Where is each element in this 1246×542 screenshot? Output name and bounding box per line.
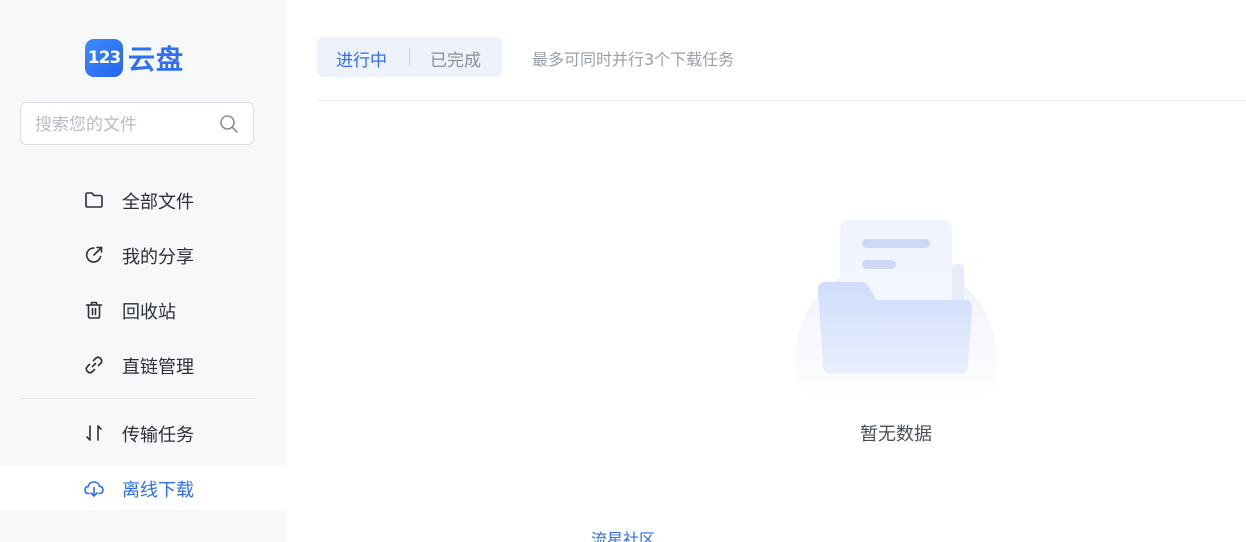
sidebar-item-all-files[interactable]: 全部文件 — [0, 178, 286, 222]
search-input[interactable] — [33, 103, 217, 146]
logo: 123 云盘 — [85, 38, 184, 77]
link-icon — [85, 356, 103, 374]
app-window: 123 云盘 全部文件 我的分享 — [0, 0, 1246, 542]
sidebar-item-my-share[interactable]: 我的分享 — [0, 233, 286, 277]
sidebar-item-transfer-tasks[interactable]: 传输任务 — [0, 411, 286, 455]
sidebar: 123 云盘 全部文件 我的分享 — [0, 0, 286, 542]
empty-folder-illustration — [794, 220, 998, 406]
sidebar-item-label: 直链管理 — [122, 357, 194, 378]
parallel-limit-hint: 最多可同时并行3个下载任务 — [532, 50, 735, 69]
sidebar-item-label: 离线下载 — [122, 480, 194, 501]
tab-done[interactable]: 已完成 — [430, 46, 481, 71]
sidebar-item-label: 我的分享 — [122, 247, 194, 268]
sidebar-item-direct-link[interactable]: 直链管理 — [0, 343, 286, 387]
search-box — [20, 102, 254, 146]
sidebar-divider — [20, 398, 256, 399]
share-icon — [85, 246, 103, 263]
cloud-download-icon — [84, 481, 104, 497]
tab-separator — [409, 48, 410, 66]
search-icon[interactable] — [219, 114, 239, 134]
community-link[interactable]: 流星社区 — [591, 526, 655, 542]
task-tabs: 进行中 已完成 — [317, 37, 502, 77]
sidebar-item-offline-download[interactable]: 离线下载 — [0, 466, 286, 510]
sidebar-item-recycle-bin[interactable]: 回收站 — [0, 288, 286, 332]
tab-ongoing[interactable]: 进行中 — [336, 46, 387, 71]
sidebar-item-label: 全部文件 — [122, 192, 194, 213]
trash-icon — [85, 301, 103, 319]
main-divider — [317, 100, 1246, 101]
sidebar-item-label: 传输任务 — [122, 425, 194, 446]
transfer-icon — [86, 425, 102, 441]
sidebar-item-label: 回收站 — [122, 302, 176, 323]
empty-state-text: 暂无数据 — [860, 424, 932, 445]
folder-icon — [85, 192, 103, 208]
logo-badge: 123 — [85, 38, 123, 77]
logo-text: 云盘 — [128, 45, 184, 76]
